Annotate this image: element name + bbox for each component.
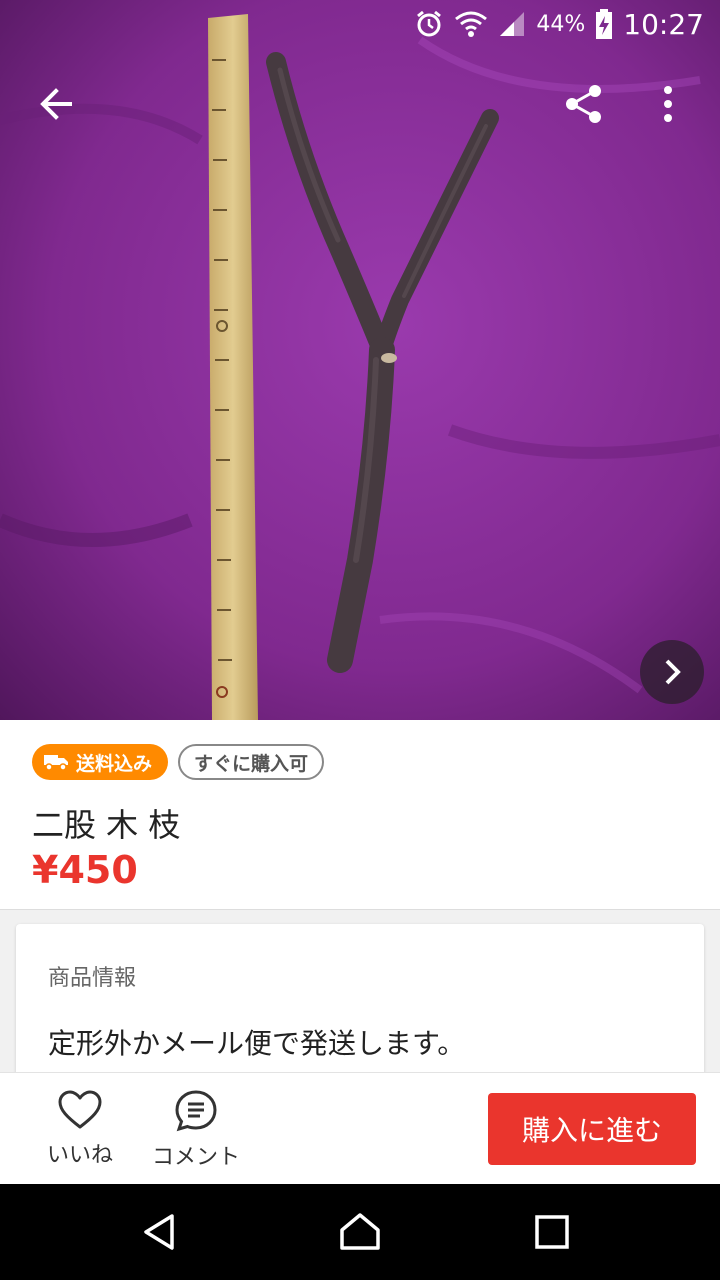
share-icon: [566, 85, 601, 123]
like-button[interactable]: いいね: [40, 1089, 120, 1169]
item-title: 二股 木 枝: [32, 806, 181, 844]
more-options-button[interactable]: [636, 72, 700, 136]
instant-buy-label: すぐに購入可: [194, 752, 309, 775]
system-navigation-bar: [0, 1184, 720, 1280]
signal-icon: [500, 12, 525, 36]
nav-home-button[interactable]: [328, 1200, 392, 1264]
nav-recents-button[interactable]: [520, 1200, 584, 1264]
product-info-heading: 商品情報: [48, 966, 137, 991]
comment-button[interactable]: コメント: [146, 1089, 246, 1171]
comment-label: コメント: [151, 1145, 240, 1170]
battery-charging-icon: [596, 9, 613, 39]
square-recents-icon: [535, 1215, 569, 1249]
item-summary: 送料込み すぐに購入可 二股 木 枝 ¥450: [0, 720, 720, 910]
product-photo[interactable]: 44% 10:27: [0, 0, 720, 720]
chevron-right-icon: [665, 659, 681, 685]
shipping-included-badge: 送料込み: [32, 744, 169, 780]
triangle-back-icon: [144, 1214, 174, 1250]
share-button[interactable]: [552, 72, 616, 136]
item-price: ¥450: [32, 848, 138, 892]
alarm-icon: [417, 10, 442, 37]
status-bar: 44% 10:27: [0, 0, 720, 48]
product-info-card: 商品情報 定形外かメール便で発送します。: [16, 924, 704, 1094]
nav-back-button[interactable]: [128, 1200, 192, 1264]
clock: 10:27: [623, 7, 704, 41]
wifi-icon: [455, 11, 488, 37]
shipping-included-label: 送料込み: [76, 752, 153, 775]
bottom-action-bar: いいね コメント 購入に進む: [0, 1072, 720, 1184]
more-vertical-icon: [664, 86, 672, 122]
like-label: いいね: [46, 1143, 113, 1168]
battery-percentage: 44%: [536, 11, 586, 37]
next-photo-button[interactable]: [640, 640, 704, 704]
instant-buy-badge: すぐに購入可: [178, 744, 325, 780]
product-description: 定形外かメール便で発送します。: [48, 1027, 466, 1060]
comment-icon: [175, 1090, 217, 1132]
home-icon: [340, 1213, 380, 1250]
heart-icon: [58, 1090, 102, 1129]
badge-row: 送料込み すぐに購入可: [32, 744, 325, 780]
proceed-to-purchase-button[interactable]: 購入に進む: [488, 1093, 696, 1165]
truck-icon: [44, 755, 68, 771]
back-button[interactable]: [24, 72, 88, 136]
arrow-left-icon: [40, 88, 72, 120]
